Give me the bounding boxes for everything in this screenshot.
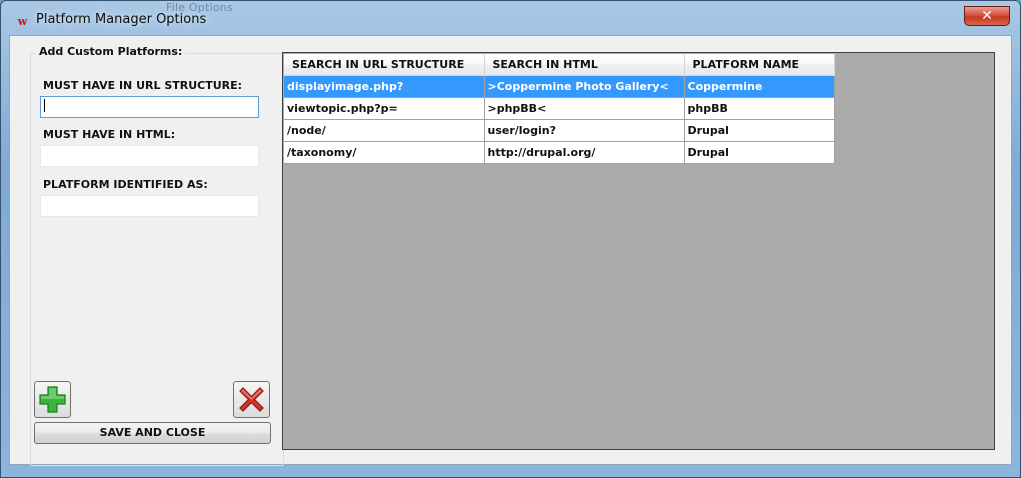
cell-platform[interactable]: Drupal xyxy=(684,141,835,164)
cell-html[interactable]: >phpBB< xyxy=(484,97,685,120)
close-button[interactable]: ✕ xyxy=(964,6,1010,26)
cell-platform[interactable]: phpBB xyxy=(684,97,835,120)
table-row[interactable]: displayimage.php? >Coppermine Photo Gall… xyxy=(284,75,835,98)
delete-platform-button[interactable] xyxy=(233,381,270,418)
cell-url[interactable]: viewtopic.php?p= xyxy=(284,97,485,120)
column-header-platform[interactable]: PLATFORM NAME xyxy=(684,54,835,76)
cell-html[interactable]: >Coppermine Photo Gallery< xyxy=(484,75,685,98)
title-bar[interactable]: w Platform Manager Options ✕ xyxy=(1,1,1021,35)
html-label: MUST HAVE IN HTML: xyxy=(43,128,176,141)
table-row[interactable]: /node/ user/login? Drupal xyxy=(284,119,835,142)
table-row[interactable]: /taxonomy/ http://drupal.org/ Drupal xyxy=(284,141,835,164)
group-title: Add Custom Platforms: xyxy=(36,45,186,58)
add-platform-button[interactable] xyxy=(34,381,71,418)
close-icon: ✕ xyxy=(981,8,993,24)
platforms-table: SEARCH IN URL STRUCTURE SEARCH IN HTML P… xyxy=(284,54,835,164)
table-row[interactable]: viewtopic.php?p= >phpBB< phpBB xyxy=(284,97,835,120)
url-structure-input[interactable] xyxy=(40,96,259,118)
cell-url[interactable]: /taxonomy/ xyxy=(284,141,485,164)
window-title: Platform Manager Options xyxy=(36,12,207,27)
save-and-close-button[interactable]: SAVE AND CLOSE xyxy=(34,422,271,444)
x-icon xyxy=(239,387,264,412)
cell-html[interactable]: http://drupal.org/ xyxy=(484,141,685,164)
cell-platform[interactable]: Drupal xyxy=(684,119,835,142)
window-frame: File Options w Platform Manager Options … xyxy=(0,0,1021,478)
platform-input[interactable] xyxy=(40,195,259,217)
text-caret xyxy=(44,99,45,112)
column-header-html[interactable]: SEARCH IN HTML xyxy=(484,54,685,76)
platform-label: PLATFORM IDENTIFIED AS: xyxy=(43,178,208,191)
url-structure-label: MUST HAVE IN URL STRUCTURE: xyxy=(43,79,243,92)
plus-icon xyxy=(39,386,66,413)
cell-url[interactable]: /node/ xyxy=(284,119,485,142)
cell-platform[interactable]: Coppermine xyxy=(684,75,835,98)
header-row: SEARCH IN URL STRUCTURE SEARCH IN HTML P… xyxy=(284,54,835,76)
platforms-grid[interactable]: SEARCH IN URL STRUCTURE SEARCH IN HTML P… xyxy=(282,52,995,450)
html-input[interactable] xyxy=(40,145,259,167)
cell-html[interactable]: user/login? xyxy=(484,119,685,142)
column-header-url[interactable]: SEARCH IN URL STRUCTURE xyxy=(284,54,485,76)
cell-url[interactable]: displayimage.php? xyxy=(284,75,485,98)
app-icon: w xyxy=(17,15,28,28)
